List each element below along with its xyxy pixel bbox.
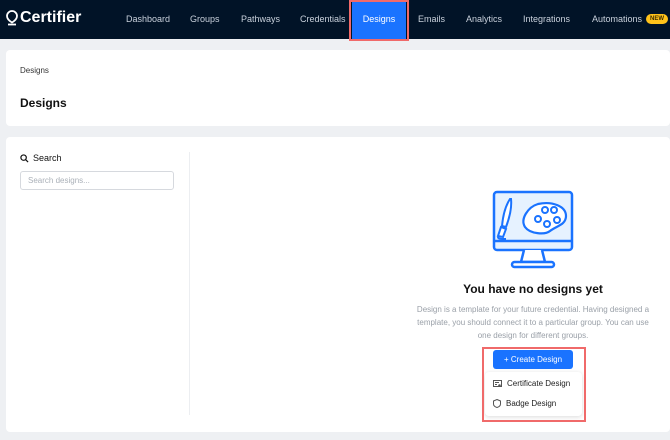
search-label-text: Search xyxy=(33,153,62,163)
nav-analytics[interactable]: Analytics xyxy=(466,0,502,39)
top-nav: Certifier Dashboard Groups Pathways Cred… xyxy=(0,0,670,39)
column-divider xyxy=(189,152,190,415)
breadcrumb[interactable]: Designs xyxy=(20,66,49,75)
nav-automations-label: Automations xyxy=(592,14,643,24)
nav-automations[interactable]: Automations NEW xyxy=(592,0,669,39)
search-label: Search xyxy=(20,153,62,163)
empty-state-title: You have no designs yet xyxy=(463,282,603,296)
nav-credentials[interactable]: Credentials xyxy=(300,0,346,39)
logo-text: Certifier xyxy=(20,9,82,26)
new-badge: NEW xyxy=(646,14,669,24)
nav-emails[interactable]: Emails xyxy=(418,0,445,39)
monitor-palette-icon xyxy=(492,190,574,269)
nav-dashboard[interactable]: Dashboard xyxy=(126,0,170,39)
search-input[interactable] xyxy=(20,171,174,190)
nav-groups[interactable]: Groups xyxy=(190,0,220,39)
search-icon xyxy=(20,153,29,163)
highlight-designs xyxy=(349,0,409,41)
page-title: Designs xyxy=(20,96,67,110)
nav-integrations[interactable]: Integrations xyxy=(523,0,570,39)
header-card xyxy=(6,50,670,126)
certifier-logo-icon xyxy=(6,10,18,26)
logo[interactable]: Certifier xyxy=(6,9,81,27)
empty-state-description: Design is a template for your future cre… xyxy=(416,305,650,340)
nav-pathways[interactable]: Pathways xyxy=(241,0,280,39)
highlight-create-design xyxy=(482,347,586,422)
